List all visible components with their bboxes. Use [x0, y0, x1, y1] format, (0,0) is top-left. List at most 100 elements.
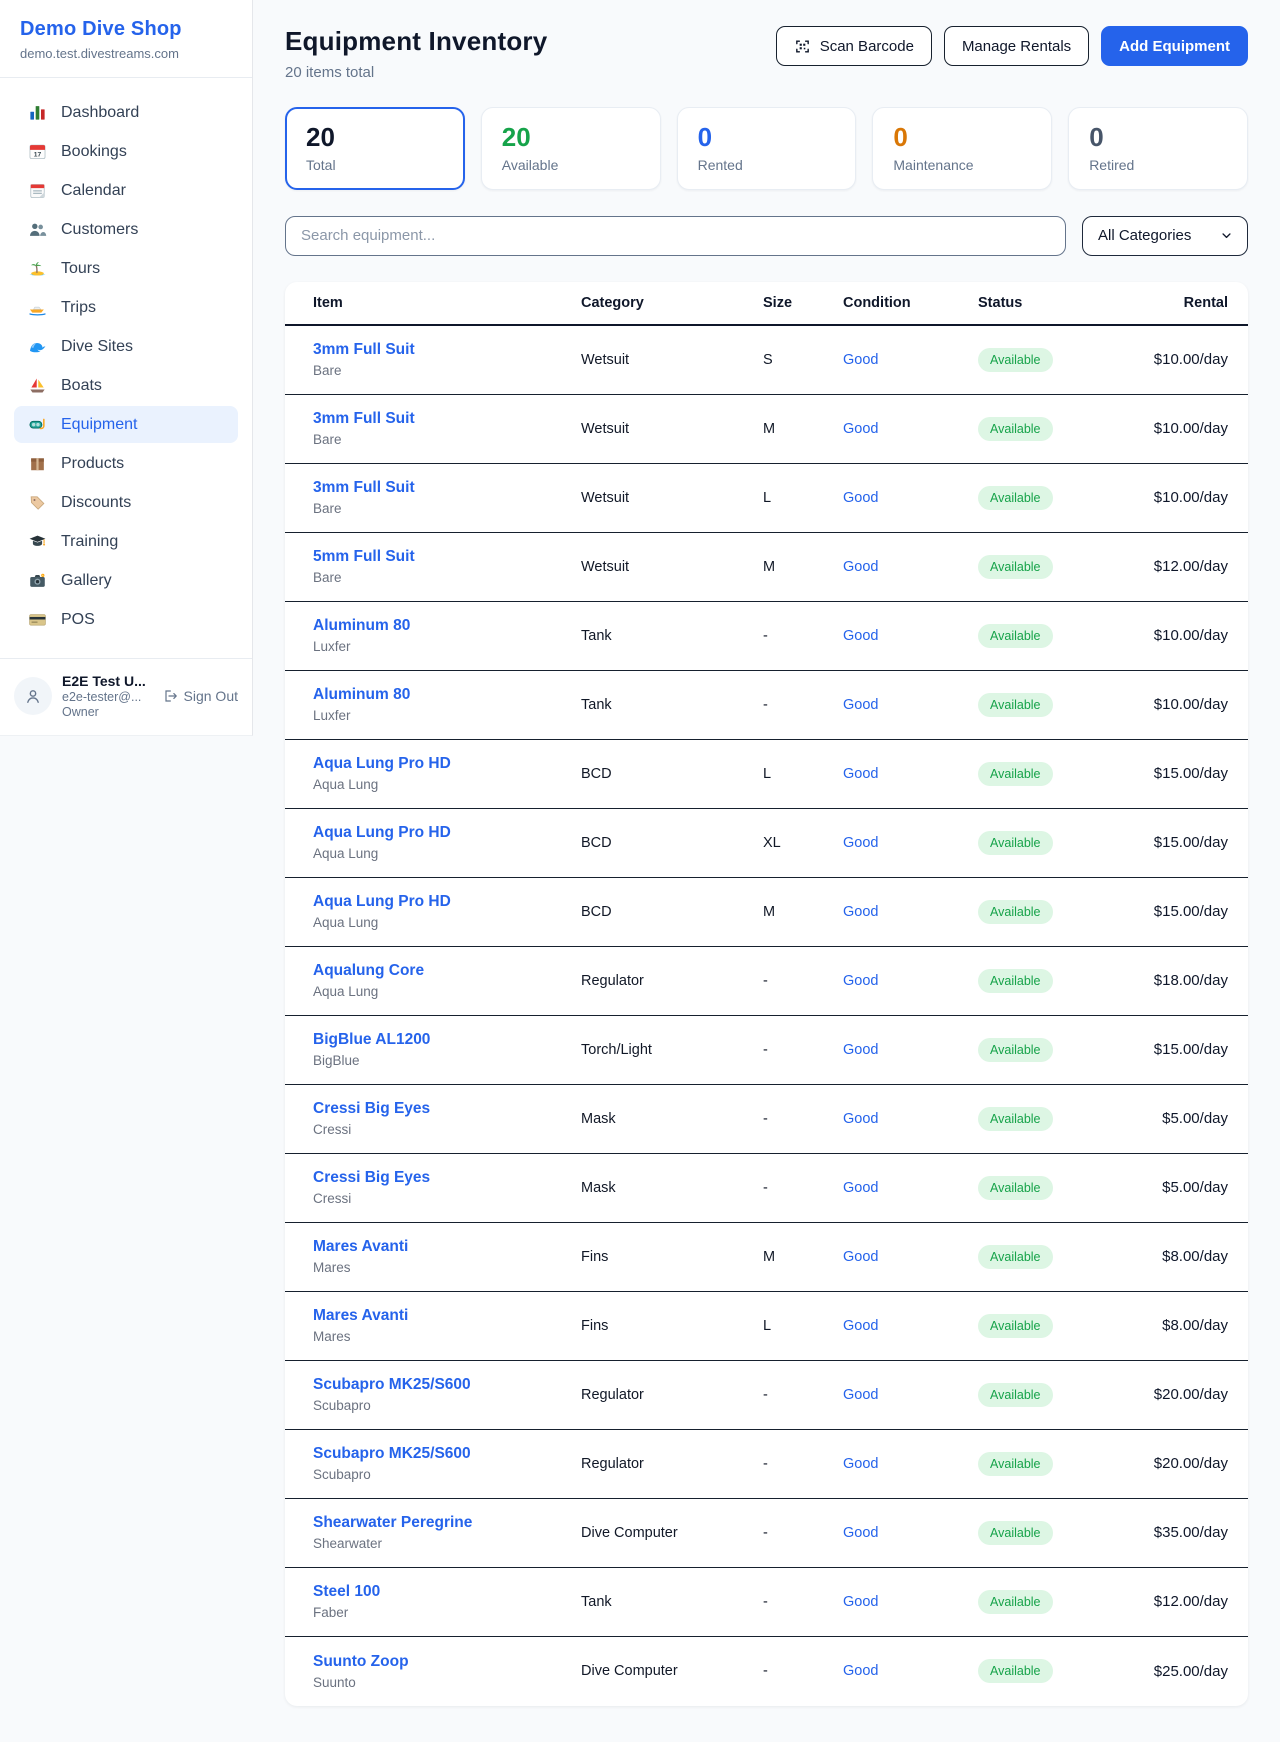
rental-rate: $15.00/day [1130, 765, 1228, 782]
manage-rentals-button[interactable]: Manage Rentals [944, 26, 1089, 66]
sidebar-item-trips[interactable]: Trips [14, 289, 238, 326]
item-link[interactable]: Aluminum 80 [313, 686, 581, 704]
status-badge: Available [978, 762, 1053, 786]
stat-total-value: 20 [306, 123, 444, 152]
add-equipment-button[interactable]: Add Equipment [1101, 26, 1248, 66]
sidebar-item-bookings[interactable]: 17 Bookings [14, 133, 238, 170]
category-cell: Dive Computer [581, 1663, 763, 1679]
stat-card-total[interactable]: 20 Total [285, 107, 465, 190]
condition-link[interactable]: Good [843, 490, 978, 506]
condition-cell: Good [843, 559, 978, 575]
sidebar: Demo Dive Shop demo.test.divestreams.com… [0, 0, 253, 736]
sidebar-item-training[interactable]: Training [14, 523, 238, 560]
condition-link[interactable]: Good [843, 628, 978, 644]
stat-card-available[interactable]: 20 Available [481, 107, 661, 190]
item-brand: Mares [313, 1329, 581, 1344]
item-link[interactable]: Aluminum 80 [313, 617, 581, 635]
condition-link[interactable]: Good [843, 1387, 978, 1403]
scan-barcode-button[interactable]: Scan Barcode [776, 26, 932, 66]
item-link[interactable]: Aqua Lung Pro HD [313, 893, 581, 911]
size-cell: - [763, 628, 843, 644]
condition-link[interactable]: Good [843, 421, 978, 437]
condition-link[interactable]: Good [843, 1318, 978, 1334]
condition-link[interactable]: Good [843, 559, 978, 575]
status-badge: Available [978, 1176, 1053, 1200]
item-link[interactable]: Aqualung Core [313, 962, 581, 980]
condition-link[interactable]: Good [843, 352, 978, 368]
category-cell: Dive Computer [581, 1525, 763, 1541]
condition-link[interactable]: Good [843, 1456, 978, 1472]
item-cell: Scubapro MK25/S600Scubapro [313, 1376, 581, 1413]
search-input[interactable] [285, 216, 1066, 256]
sidebar-item-label: Calendar [61, 182, 126, 200]
sidebar-item-gallery[interactable]: Gallery [14, 562, 238, 599]
condition-link[interactable]: Good [843, 904, 978, 920]
sidebar-item-dashboard[interactable]: Dashboard [14, 94, 238, 131]
condition-link[interactable]: Good [843, 766, 978, 782]
sidebar-item-discounts[interactable]: Discounts [14, 484, 238, 521]
sidebar-item-customers[interactable]: Customers [14, 211, 238, 248]
notepad-icon [28, 181, 47, 200]
sidebar-item-dive-sites[interactable]: Dive Sites [14, 328, 238, 365]
condition-link[interactable]: Good [843, 1525, 978, 1541]
item-link[interactable]: Mares Avanti [313, 1307, 581, 1325]
item-link[interactable]: Aqua Lung Pro HD [313, 755, 581, 773]
svg-text:17: 17 [34, 152, 42, 159]
category-cell: Tank [581, 697, 763, 713]
condition-link[interactable]: Good [843, 1594, 978, 1610]
item-brand: Luxfer [313, 639, 581, 654]
sign-out-button[interactable]: Sign Out [162, 688, 238, 704]
sidebar-item-tours[interactable]: Tours [14, 250, 238, 287]
sidebar-item-calendar[interactable]: Calendar [14, 172, 238, 209]
category-cell: Tank [581, 628, 763, 644]
item-link[interactable]: Steel 100 [313, 1583, 581, 1601]
item-link[interactable]: Scubapro MK25/S600 [313, 1445, 581, 1463]
condition-link[interactable]: Good [843, 973, 978, 989]
rental-rate: $15.00/day [1130, 903, 1228, 920]
condition-link[interactable]: Good [843, 1249, 978, 1265]
sidebar-item-products[interactable]: Products [14, 445, 238, 482]
header-actions: Scan Barcode Manage Rentals Add Equipmen… [776, 26, 1248, 66]
add-equipment-label: Add Equipment [1119, 38, 1230, 55]
stat-card-retired[interactable]: 0 Retired [1068, 107, 1248, 190]
sidebar-item-label: Bookings [61, 143, 127, 161]
table-row: Cressi Big EyesCressiMask-GoodAvailable$… [285, 1085, 1248, 1154]
status-badge: Available [978, 1383, 1053, 1407]
item-cell: Aluminum 80 Luxfer [313, 617, 581, 654]
condition-link[interactable]: Good [843, 697, 978, 713]
sidebar-item-boats[interactable]: Boats [14, 367, 238, 404]
condition-link[interactable]: Good [843, 1180, 978, 1196]
condition-link[interactable]: Good [843, 835, 978, 851]
sidebar-item-equipment[interactable]: Equipment [14, 406, 238, 443]
item-link[interactable]: 3mm Full Suit [313, 341, 581, 359]
condition-cell: Good [843, 1180, 978, 1196]
stat-card-rented[interactable]: 0 Rented [677, 107, 857, 190]
category-select[interactable]: All Categories [1082, 216, 1248, 256]
item-link[interactable]: Mares Avanti [313, 1238, 581, 1256]
table-row: Aqua Lung Pro HDAqua LungBCDMGoodAvailab… [285, 878, 1248, 947]
size-cell: - [763, 1594, 843, 1610]
category-cell: Wetsuit [581, 421, 763, 437]
item-link[interactable]: Shearwater Peregrine [313, 1514, 581, 1532]
item-link[interactable]: 3mm Full Suit [313, 410, 581, 428]
stat-card-maintenance[interactable]: 0 Maintenance [872, 107, 1052, 190]
condition-link[interactable]: Good [843, 1663, 978, 1679]
sidebar-item-pos[interactable]: POS [14, 601, 238, 638]
diving-mask-icon [28, 415, 47, 434]
item-link[interactable]: Cressi Big Eyes [313, 1100, 581, 1118]
speedboat-icon [28, 298, 47, 317]
item-link[interactable]: BigBlue AL1200 [313, 1031, 581, 1049]
condition-link[interactable]: Good [843, 1111, 978, 1127]
item-link[interactable]: 3mm Full Suit [313, 479, 581, 497]
item-link[interactable]: Cressi Big Eyes [313, 1169, 581, 1187]
item-link[interactable]: Suunto Zoop [313, 1653, 581, 1671]
item-link[interactable]: Aqua Lung Pro HD [313, 824, 581, 842]
status-badge: Available [978, 1245, 1053, 1269]
item-link[interactable]: 5mm Full Suit [313, 548, 581, 566]
rental-rate: $12.00/day [1130, 558, 1228, 575]
condition-link[interactable]: Good [843, 1042, 978, 1058]
category-cell: Regulator [581, 973, 763, 989]
condition-cell: Good [843, 1663, 978, 1679]
item-link[interactable]: Scubapro MK25/S600 [313, 1376, 581, 1394]
item-cell: BigBlue AL1200BigBlue [313, 1031, 581, 1068]
